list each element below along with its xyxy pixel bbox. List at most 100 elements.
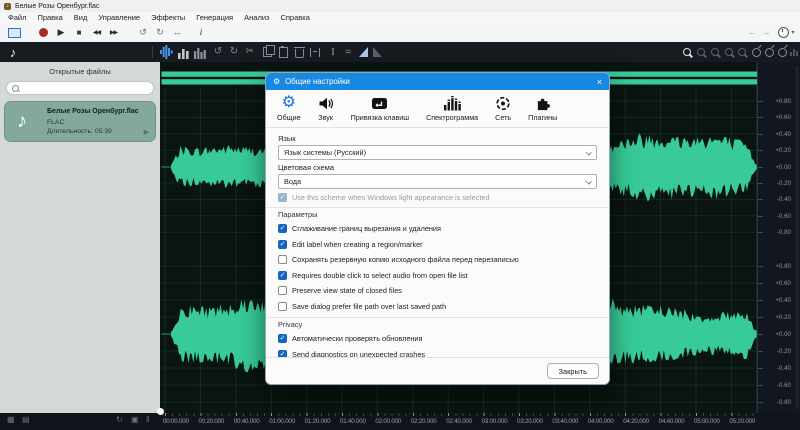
zoom-fit-button[interactable] (750, 42, 762, 62)
scale-tick (758, 183, 763, 184)
checkbox[interactable]: ✓ (278, 334, 287, 343)
list-view-icon[interactable]: ▤ (22, 416, 30, 424)
zoom-fit-project-button[interactable] (763, 42, 775, 62)
menu-item-6[interactable]: Анализ (244, 13, 269, 22)
menu-item-2[interactable]: Вид (74, 13, 88, 22)
timeline-label: 05:00.000 (694, 418, 720, 425)
next-button[interactable]: → (760, 23, 772, 42)
bars-view-button[interactable] (176, 42, 190, 62)
section-title: Параметры (278, 210, 597, 219)
scheme-select[interactable]: Вода (278, 174, 597, 189)
checkbox-row[interactable]: Preserve view state of closed files (278, 283, 597, 299)
checkbox-row[interactable]: Save dialog prefer file path over last s… (278, 299, 597, 315)
play-file-icon[interactable]: ▶ (144, 128, 149, 136)
stop-button[interactable]: ■ (73, 23, 85, 42)
scrollbar[interactable] (795, 66, 799, 409)
seek-button[interactable]: ↔ (171, 23, 183, 42)
scale-tick (758, 402, 763, 403)
zoom-out-button[interactable] (695, 42, 707, 62)
spectrogram-view-button[interactable] (192, 42, 207, 62)
zoom-reset-button[interactable] (776, 42, 788, 62)
checkbox-row[interactable]: ✓Requires double click to select audio f… (278, 268, 597, 284)
tab-spectrogram[interactable]: Спектрограмма (426, 94, 478, 122)
timeline-label: 01:20.000 (305, 418, 331, 425)
loop-region-icon[interactable]: ↻ (116, 416, 123, 424)
envelope-tool-button[interactable]: ≈ (342, 42, 354, 62)
checkbox-row[interactable]: ✓Edit label when creating a region/marke… (278, 237, 597, 253)
checkbox[interactable] (278, 255, 287, 264)
dialog-title-bar[interactable]: ⚙ Общие настройки × (266, 73, 609, 90)
timeline-label: 04:00.000 (588, 418, 614, 425)
menu-item-7[interactable]: Справка (280, 13, 309, 22)
snap-icon[interactable]: ▣ (131, 416, 139, 424)
menu-item-5[interactable]: Генерация (196, 13, 233, 22)
checkbox[interactable] (278, 286, 287, 295)
ibeam-tool-button[interactable]: I (328, 42, 338, 62)
checkbox[interactable]: ✓ (278, 224, 287, 233)
scale-label: -0.40 (777, 196, 791, 203)
checkbox-row[interactable]: Сохранять резервную копию исходного файл… (278, 252, 597, 268)
zoom-selection-button[interactable] (723, 42, 735, 62)
checkbox-row[interactable]: ✓Автоматически проверять обновления (278, 331, 597, 347)
redo-button[interactable]: ↻ (228, 42, 240, 62)
history-button[interactable] (777, 23, 789, 42)
checkbox[interactable]: ✓ (278, 271, 287, 280)
zoom-normal-button[interactable] (709, 42, 721, 62)
record-button[interactable] (36, 23, 50, 42)
close-icon[interactable]: × (597, 77, 602, 87)
checkbox[interactable] (278, 302, 287, 311)
menu-item-3[interactable]: Управление (98, 13, 140, 22)
tab-gear[interactable]: ⚙Общие (277, 94, 301, 122)
close-button[interactable]: Закрыть (547, 363, 599, 379)
repeat-button[interactable]: ↻ (154, 23, 166, 42)
app-icon: ♪ (4, 3, 11, 10)
waveform-view-button[interactable] (158, 42, 174, 62)
zoom-toggle-button[interactable] (736, 42, 748, 62)
file-card[interactable]: ♪ Белые Розы Оренбург.flac FLAC Длительн… (4, 101, 156, 142)
undo-button[interactable]: ↺ (212, 42, 224, 62)
delete-button[interactable] (293, 42, 306, 62)
scale-label: -0.60 (777, 213, 791, 220)
language-select[interactable]: Язык системы (Русский) (278, 145, 597, 160)
timeline-ruler[interactable] (160, 413, 757, 416)
tab-plugins[interactable]: Плагины (528, 94, 557, 122)
menu-bar: Файл Правка Вид Управление Эффекты Генерация А… (0, 12, 800, 23)
tab-sound[interactable]: Звук (318, 94, 334, 122)
copy-button[interactable] (260, 42, 274, 62)
chevron-down-icon: ▾ (791, 29, 794, 36)
trim-button[interactable] (308, 42, 321, 62)
loop-button[interactable]: ↺ (137, 23, 149, 42)
sidebar-title: Открытые файлы (0, 67, 160, 76)
title-bar[interactable]: ♪ Белые Розы Оренбург.flac (0, 0, 800, 12)
play-button[interactable]: ▶ (55, 23, 67, 42)
search-box[interactable] (6, 81, 154, 95)
tab-network[interactable]: Сеть (495, 94, 511, 122)
checkbox[interactable]: ✓ (278, 240, 287, 249)
zoom-in-button[interactable] (681, 42, 693, 62)
menu-item-1[interactable]: Правка (37, 13, 62, 22)
info-button[interactable]: i (196, 23, 206, 42)
zoom-normal-icon (711, 48, 719, 56)
cut-button[interactable]: ✂ (244, 42, 256, 62)
chevron-down-icon (585, 178, 591, 184)
menu-item-0[interactable]: Файл (8, 13, 26, 22)
playhead-marker[interactable] (157, 408, 164, 415)
meter-button[interactable] (789, 42, 799, 62)
fade-in-button[interactable] (357, 42, 369, 62)
grid-view-icon[interactable]: ▦ (7, 416, 15, 424)
paste-button[interactable] (277, 42, 290, 62)
rewind-button[interactable]: ◀◀ (89, 23, 104, 42)
menu-item-4[interactable]: Эффекты (151, 13, 185, 22)
tab-keybind[interactable]: Привязка клавиш (351, 94, 409, 122)
fade-out-button[interactable] (371, 42, 383, 62)
pause-marks-icon[interactable]: ‖ (146, 416, 149, 424)
search-input[interactable] (22, 84, 146, 93)
cut-icon: ✂ (246, 47, 254, 57)
scale-label: +0.00 (775, 331, 791, 338)
selection-tool-button[interactable] (6, 23, 22, 42)
history-caret[interactable]: ▾ (789, 23, 797, 42)
dialog-sections: Параметры ✓Сглаживание границ вырезания и… (278, 207, 597, 378)
prev-button[interactable]: ← (746, 23, 758, 42)
checkbox-row[interactable]: ✓Сглаживание границ вырезания и удаления (278, 221, 597, 237)
forward-button[interactable]: ▶▶ (106, 23, 121, 42)
